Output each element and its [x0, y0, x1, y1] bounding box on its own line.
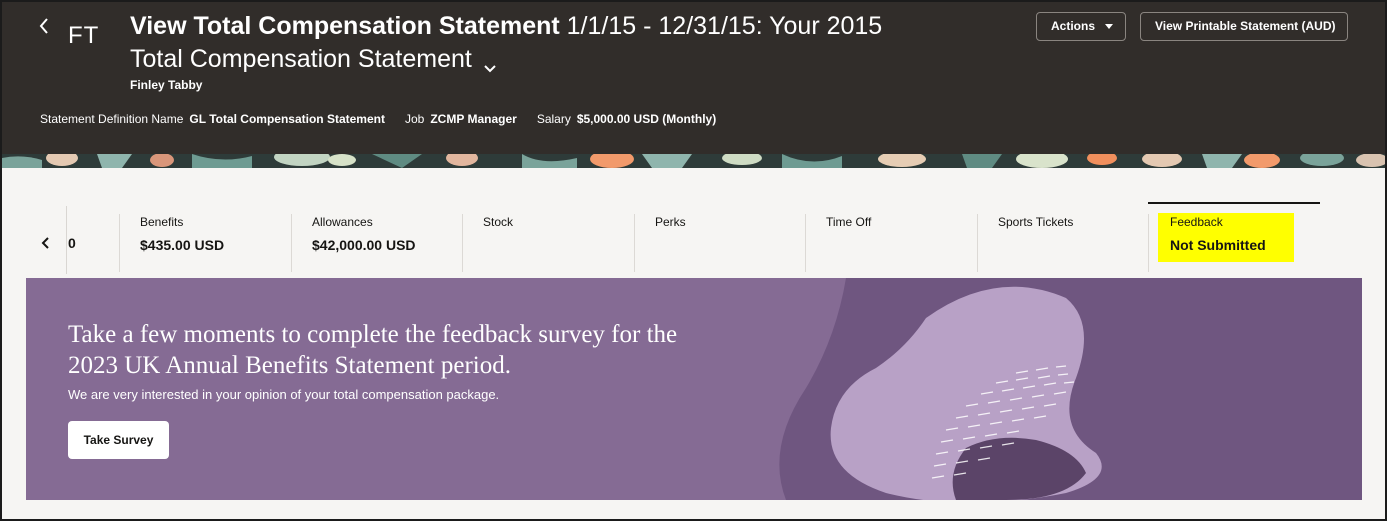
tab-stock[interactable]: Stock [462, 214, 634, 272]
decorative-pattern [2, 154, 1385, 168]
take-survey-button[interactable]: Take Survey [68, 421, 169, 459]
actions-label: Actions [1051, 19, 1096, 33]
back-button[interactable] [32, 14, 56, 38]
chevron-down-icon [484, 65, 496, 73]
selected-tab-indicator [1148, 202, 1320, 204]
statement-definition-value: GL Total Compensation Statement [189, 112, 385, 126]
tab-value: $42,000.00 USD [312, 237, 416, 253]
page-title: View Total Compensation Statement 1/1/15… [130, 10, 930, 76]
banner-heading: Take a few moments to complete the feedb… [68, 321, 678, 379]
tab-partial-value: 0 [68, 235, 76, 251]
caret-down-icon [1105, 24, 1114, 30]
tab-label: Benefits [140, 215, 184, 229]
view-printable-statement-button[interactable]: View Printable Statement (AUD) [1140, 12, 1348, 41]
tabs-previous-button[interactable] [38, 235, 54, 251]
person-name: Finley Tabby [130, 78, 203, 92]
tabs-divider [66, 206, 67, 274]
job-label: Job [404, 112, 425, 126]
tab-label: Time Off [826, 215, 872, 229]
tab-sports-tickets[interactable]: Sports Tickets [977, 214, 1148, 272]
page-title-main: View Total Compensation Statement [130, 12, 560, 40]
tab-label: Sports Tickets [998, 215, 1074, 229]
statement-meta: Statement Definition Name GL Total Compen… [40, 112, 736, 126]
statement-definition-label: Statement Definition Name [40, 112, 184, 126]
avatar: FT [68, 22, 100, 49]
job-value: ZCMP Manager [430, 112, 517, 126]
actions-menu-button[interactable]: Actions [1036, 12, 1126, 41]
tab-label: Allowances [312, 215, 373, 229]
salary-label: Salary [536, 112, 571, 126]
tab-label: Stock [483, 215, 514, 229]
compensation-tabs: 0 Benefits $435.00 USD Allowances $42,00… [2, 168, 1385, 278]
tab-allowances[interactable]: Allowances $42,000.00 USD [291, 214, 462, 272]
chevron-left-icon [39, 18, 48, 34]
tab-value: Not Submitted [1170, 237, 1266, 253]
chevron-left-icon [41, 237, 49, 249]
salary-value: $5,000.00 USD (Monthly) [576, 112, 717, 126]
app-frame: FT View Total Compensation Statement 1/1… [0, 0, 1387, 521]
tab-perks[interactable]: Perks [634, 214, 805, 272]
tab-label: Perks [655, 215, 686, 229]
page-header: FT View Total Compensation Statement 1/1… [2, 2, 1385, 156]
banner-subtext: We are very interested in your opinion o… [68, 387, 500, 402]
tab-label: Feedback [1170, 215, 1223, 229]
title-dropdown-button[interactable] [482, 52, 498, 73]
feedback-survey-banner: Take a few moments to complete the feedb… [26, 278, 1362, 500]
tab-benefits[interactable]: Benefits $435.00 USD [119, 214, 291, 272]
tab-feedback[interactable]: Feedback Not Submitted [1148, 214, 1320, 272]
tab-value: $435.00 USD [140, 237, 225, 253]
tab-time-off[interactable]: Time Off [805, 214, 977, 272]
banner-illustration [779, 278, 1362, 500]
